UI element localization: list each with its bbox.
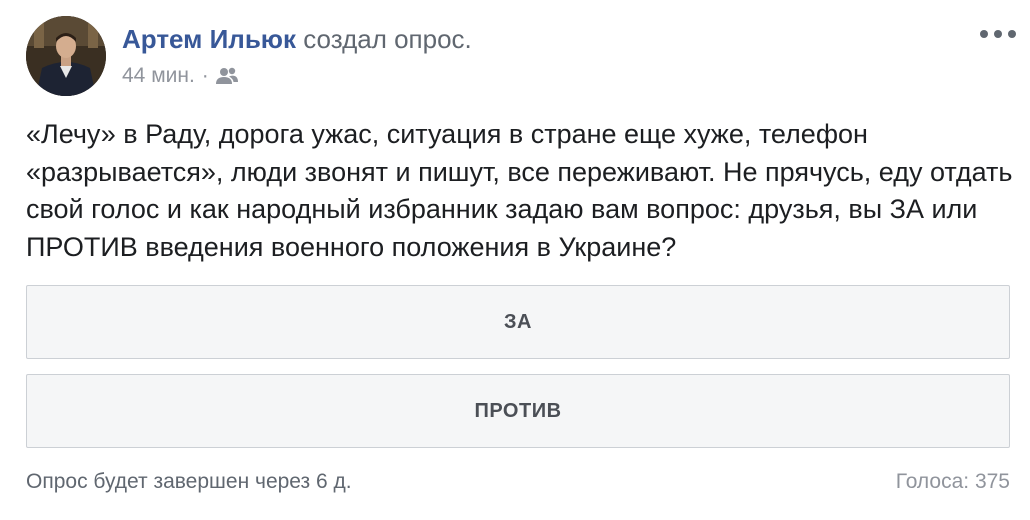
post-meta: 44 мин. · — [122, 62, 239, 90]
poll-votes[interactable]: Голоса: 375 — [896, 468, 1010, 496]
poll-option-protiv[interactable]: ПРОТИВ — [26, 374, 1010, 448]
friends-icon[interactable] — [215, 67, 239, 85]
more-options-icon[interactable] — [980, 26, 1016, 42]
meta-separator: · — [201, 64, 209, 87]
post-text: «Лечу» в Раду, дорога ужас, ситуация в с… — [26, 119, 1013, 262]
more-dot — [994, 30, 1002, 38]
post-timestamp[interactable]: 44 мин. — [122, 62, 195, 90]
author-action-text: создал опрос. — [303, 24, 472, 54]
author-avatar[interactable] — [26, 16, 106, 96]
poll-option-za[interactable]: ЗА — [26, 285, 1010, 359]
poll-post: Артем Ильюк создал опрос. 44 мин. · «Леч… — [0, 0, 1030, 520]
author-name-link[interactable]: Артем Ильюк — [122, 24, 296, 54]
author-line: Артем Ильюк создал опрос. — [122, 22, 472, 56]
more-dot — [1008, 30, 1016, 38]
more-dot — [980, 30, 988, 38]
poll-status: Опрос будет завершен через 6 д. — [26, 470, 352, 493]
